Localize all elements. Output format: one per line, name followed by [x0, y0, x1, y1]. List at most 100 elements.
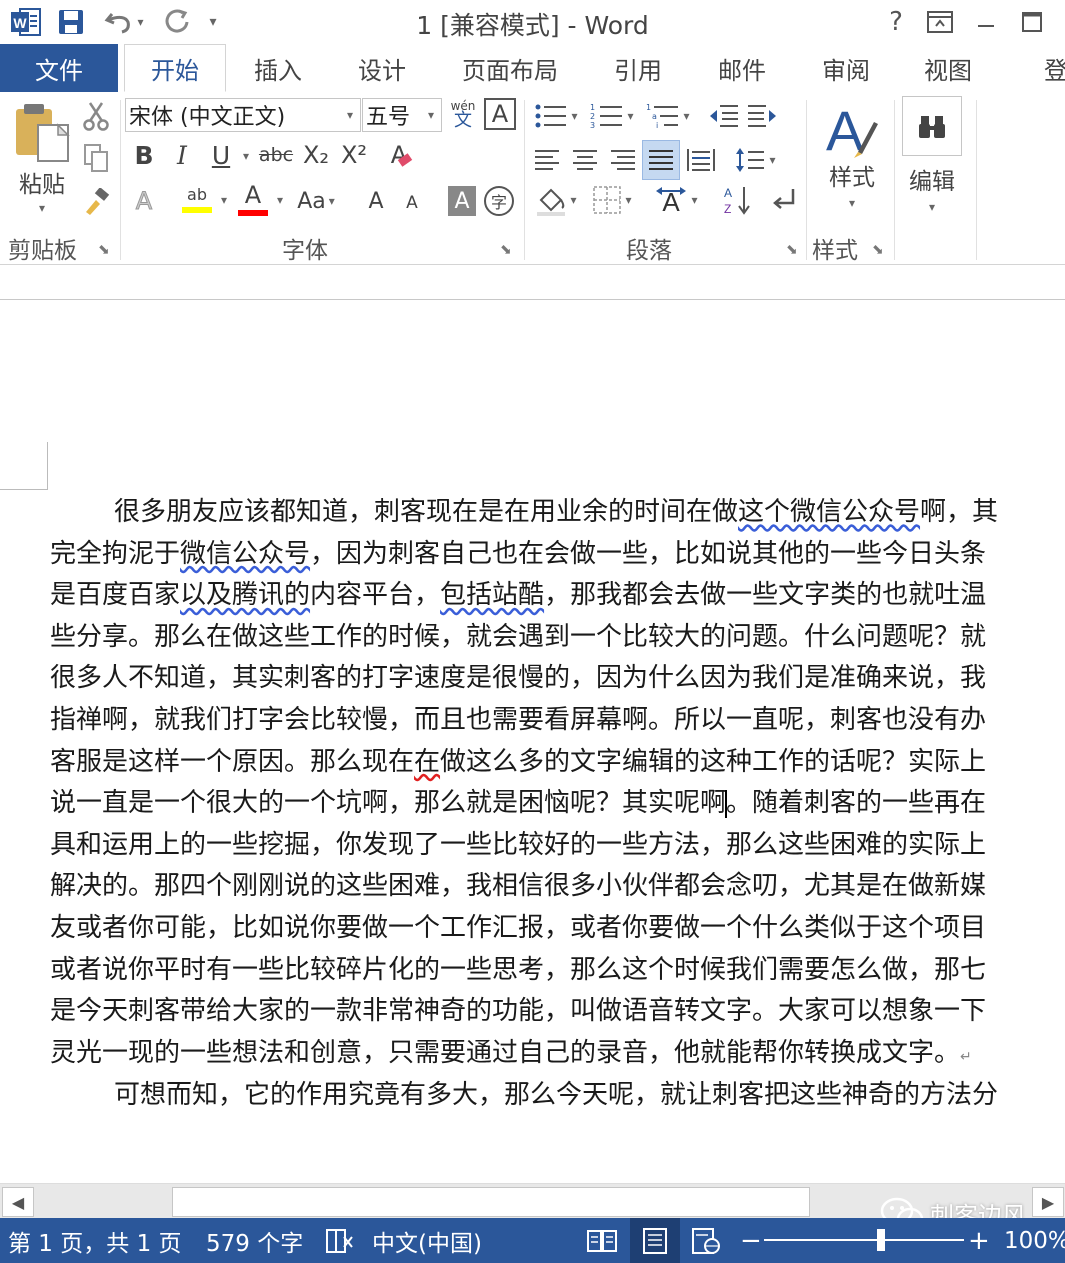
subscript-button[interactable]: X₂: [300, 138, 332, 172]
scrollbar-thumb[interactable]: [172, 1187, 810, 1217]
tab-page-layout[interactable]: 页面布局: [450, 44, 570, 92]
font-color-button[interactable]: A: [236, 180, 270, 218]
text-line[interactable]: 客服是这样一个原因。那么现在在做这么多的文字编辑的这种工作的话呢？实际上: [50, 742, 1065, 784]
underline-button[interactable]: U: [206, 138, 236, 172]
editing-button[interactable]: 编辑 ▾: [900, 96, 964, 220]
web-layout-icon[interactable]: [690, 1218, 722, 1263]
shading-button[interactable]: ▾: [530, 182, 582, 218]
spelling-error[interactable]: 在: [414, 747, 440, 777]
text-line[interactable]: 说一直是一个很大的一个坑啊，那么就是困恼呢？其实呢啊。随着刺客的一些再在: [50, 783, 1065, 825]
text-line[interactable]: 灵光一现的一些想法和创意，只需要通过自己的录音，他就能帮你转换成文字。↵: [50, 1033, 1065, 1079]
show-formatting-marks-icon[interactable]: [766, 182, 802, 218]
font-size-combo[interactable]: 五号 ▾: [362, 98, 442, 132]
scroll-left-icon[interactable]: ◀: [2, 1187, 34, 1217]
chevron-down-icon[interactable]: ▾: [625, 193, 631, 207]
minimize-button[interactable]: [966, 4, 1006, 40]
tab-insert[interactable]: 插入: [236, 44, 320, 92]
grammar-mark[interactable]: 微信公众号: [180, 539, 310, 569]
multilevel-list-button[interactable]: 1 a i ▾: [642, 100, 694, 132]
italic-button[interactable]: I: [168, 138, 196, 172]
numbering-button[interactable]: 1 2 3 ▾: [586, 100, 638, 132]
text-line[interactable]: 很多人不知道，其实刺客的打字速度是很慢的，因为什么因为我们是准确来说，我: [50, 658, 1065, 700]
paste-button[interactable]: 粘贴 ▾: [10, 98, 74, 218]
grow-font-button[interactable]: A: [362, 184, 390, 218]
tab-view[interactable]: 视图: [906, 44, 990, 92]
strikethrough-button[interactable]: abc: [258, 138, 294, 172]
scroll-right-icon[interactable]: ▶: [1032, 1187, 1064, 1217]
asian-layout-button[interactable]: A ▾: [650, 182, 702, 218]
enclose-characters-button[interactable]: 字: [484, 186, 514, 216]
maximize-button[interactable]: [1012, 4, 1052, 40]
language[interactable]: 中文(中国): [372, 1218, 482, 1263]
text-line[interactable]: 完全拘泥于微信公众号，因为刺客自己也在会做一些，比如说其他的一些今日头条: [50, 534, 1065, 576]
word-count[interactable]: 579 个字: [206, 1218, 303, 1263]
chevron-down-icon[interactable]: ▾: [849, 196, 855, 210]
tab-home[interactable]: 开始: [124, 44, 226, 92]
chevron-down-icon[interactable]: ▾: [272, 188, 288, 212]
change-case-button[interactable]: Aa ▾: [292, 184, 340, 218]
justify-icon[interactable]: [642, 140, 680, 180]
dialog-launcher-icon[interactable]: ⬊: [500, 242, 512, 258]
chevron-down-icon[interactable]: ▾: [570, 193, 576, 207]
help-icon[interactable]: ?: [876, 4, 916, 40]
sort-icon[interactable]: AZ: [720, 182, 754, 218]
zoom-slider[interactable]: [764, 1218, 964, 1263]
dialog-launcher-icon[interactable]: ⬊: [786, 242, 798, 258]
align-right-icon[interactable]: [606, 142, 640, 178]
page-count[interactable]: 第 1 页，共 1 页: [8, 1218, 182, 1263]
decrease-indent-icon[interactable]: [706, 100, 742, 132]
chevron-down-icon[interactable]: ▾: [627, 109, 633, 123]
chevron-down-icon[interactable]: ▾: [339, 108, 360, 122]
chevron-down-icon[interactable]: ▾: [691, 193, 697, 207]
tab-references[interactable]: 引用: [596, 44, 680, 92]
text-line[interactable]: 很多朋友应该都知道，刺客现在是在用业余的时间在做这个微信公众号啊，其: [50, 492, 1065, 534]
grammar-mark[interactable]: 以及腾讯的: [180, 580, 310, 610]
styles-button[interactable]: A 样式 ▾: [814, 100, 890, 224]
zoom-in-button[interactable]: +: [968, 1218, 990, 1263]
text-line[interactable]: 具和运用上的一些挖掘，你发现了一些比较好的一些方法，那么这些困难的实际上: [50, 825, 1065, 867]
paragraph-1[interactable]: 很多朋友应该都知道，刺客现在是在用业余的时间在做这个微信公众号啊，其 完全拘泥于微…: [50, 492, 1065, 1078]
dialog-launcher-icon[interactable]: ⬊: [98, 242, 110, 258]
tab-login[interactable]: 登: [1044, 44, 1065, 92]
tab-review[interactable]: 审阅: [804, 44, 888, 92]
line-spacing-button[interactable]: ▾: [730, 142, 780, 178]
text-line[interactable]: 是百度百家以及腾讯的内容平台，包括站酷，那我都会去做一些文字类的也就吐温: [50, 575, 1065, 617]
align-left-icon[interactable]: [530, 142, 564, 178]
zoom-thumb[interactable]: [877, 1229, 885, 1251]
increase-indent-icon[interactable]: [744, 100, 780, 132]
text-effects-button[interactable]: A: [130, 184, 158, 218]
chevron-down-icon[interactable]: ▾: [929, 200, 935, 214]
chevron-down-icon[interactable]: ▾: [39, 201, 45, 215]
chevron-down-icon[interactable]: ▾: [683, 109, 689, 123]
tab-mailings[interactable]: 邮件: [700, 44, 784, 92]
text-line[interactable]: 是今天刺客带给大家的一款非常神奇的功能，叫做语音转文字。大家可以想象一下: [50, 991, 1065, 1033]
character-shading-button[interactable]: A: [448, 186, 476, 216]
print-layout-icon[interactable]: [630, 1218, 680, 1263]
text-line[interactable]: 解决的。那四个刚刚说的这些困难，我相信很多小伙伴都会念叨，尤其是在做新媒: [50, 866, 1065, 908]
chevron-down-icon[interactable]: ▾: [216, 188, 232, 212]
shrink-font-button[interactable]: A: [400, 188, 424, 218]
chevron-down-icon[interactable]: ▾: [238, 144, 254, 168]
highlight-button[interactable]: ab: [180, 182, 214, 218]
bullets-button[interactable]: ▾: [530, 100, 582, 132]
paragraph-2[interactable]: 可想而知，它的作用究竟有多大，那么今天呢，就让刺客把这些神奇的方法分: [50, 1075, 1065, 1117]
chevron-down-icon[interactable]: ▾: [329, 194, 335, 208]
align-center-icon[interactable]: [568, 142, 602, 178]
text-line[interactable]: 指禅啊，就我们打字会比较慢，而且也需要看屏幕啊。所以一直呢，刺客也没有办: [50, 700, 1065, 742]
document-page[interactable]: 很多朋友应该都知道，刺客现在是在用业余的时间在做这个微信公众号啊，其 完全拘泥于微…: [0, 300, 1065, 1183]
superscript-button[interactable]: X²: [338, 138, 370, 172]
bold-button[interactable]: B: [130, 138, 158, 172]
text-line[interactable]: 或者说你平时有一些比较碎片化的一些思考，那么这个时候我们需要怎么做，那七: [50, 950, 1065, 992]
grammar-mark[interactable]: 这个微信公众号: [738, 497, 920, 527]
read-mode-icon[interactable]: [586, 1218, 618, 1263]
dialog-launcher-icon[interactable]: ⬊: [872, 242, 884, 258]
zoom-level[interactable]: 100%: [1004, 1218, 1065, 1263]
grammar-mark[interactable]: 包括站酷: [440, 580, 544, 610]
font-name-combo[interactable]: 宋体 (中文正文) ▾: [125, 98, 361, 132]
distributed-icon[interactable]: [684, 142, 718, 178]
phonetic-guide-button[interactable]: wén 文: [446, 96, 480, 134]
chevron-down-icon[interactable]: ▾: [420, 108, 441, 122]
clear-formatting-button[interactable]: A: [384, 138, 420, 172]
zoom-out-button[interactable]: −: [740, 1218, 762, 1263]
ribbon-display-icon[interactable]: [920, 4, 960, 40]
